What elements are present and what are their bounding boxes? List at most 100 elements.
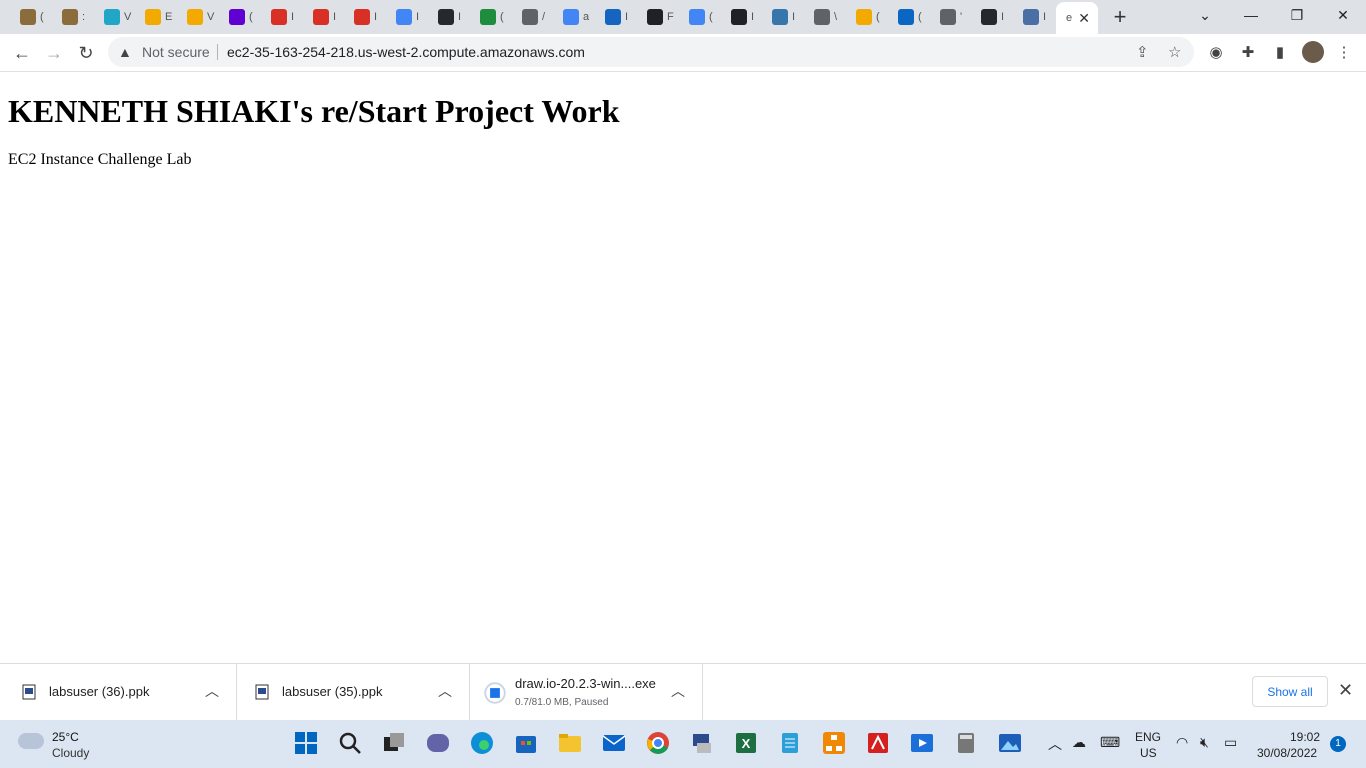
tab-23[interactable]: ': [930, 3, 970, 31]
acrobat-icon[interactable]: [866, 731, 890, 755]
tab-18[interactable]: I: [721, 3, 761, 31]
bot-favicon-icon: [62, 9, 78, 25]
keyboard-icon[interactable]: ⌨: [1100, 734, 1120, 751]
tab-title: (: [500, 11, 504, 23]
tab-3[interactable]: V: [94, 3, 134, 31]
cloud-icon[interactable]: [18, 733, 44, 749]
onedrive-cloud-icon[interactable]: ☁: [1072, 734, 1086, 751]
tab-10[interactable]: I: [386, 3, 426, 31]
minimize-button[interactable]: —: [1228, 0, 1274, 30]
v-favicon-icon: [104, 9, 120, 25]
close-window-button[interactable]: ✕: [1320, 0, 1366, 30]
media-player-icon[interactable]: [910, 731, 934, 755]
tab-24[interactable]: I: [971, 3, 1011, 31]
clock-date[interactable]: 30/08/2022: [1257, 746, 1317, 760]
putty-icon[interactable]: [690, 731, 714, 755]
file-explorer-icon[interactable]: [558, 731, 582, 755]
tab-14[interactable]: a: [553, 3, 593, 31]
puzzle-extensions-icon[interactable]: ✚: [1238, 42, 1258, 62]
tab-11[interactable]: I: [428, 3, 468, 31]
share-icon[interactable]: ⇪: [1136, 43, 1149, 61]
python-favicon-icon: [772, 9, 788, 25]
tab-19[interactable]: I: [762, 3, 802, 31]
tab-9[interactable]: I: [344, 3, 384, 31]
bot-favicon-icon: [20, 9, 36, 25]
badge-favicon-icon: [480, 9, 496, 25]
edge-icon[interactable]: [470, 731, 494, 755]
drawio-icon[interactable]: [822, 731, 846, 755]
chevron-up-icon[interactable]: ︿: [438, 681, 452, 701]
notification-badge[interactable]: 1: [1330, 736, 1346, 752]
tab-16[interactable]: F: [637, 3, 677, 31]
close-downloads-icon[interactable]: ✕: [1338, 680, 1353, 701]
store-icon[interactable]: [514, 731, 538, 755]
clock-time[interactable]: 19:02: [1290, 730, 1320, 744]
task-view-icon[interactable]: [382, 731, 406, 755]
menu-kebab-icon[interactable]: ⋮: [1334, 42, 1354, 62]
tab-6[interactable]: (: [219, 3, 259, 31]
tab-8[interactable]: I: [303, 3, 343, 31]
language-top[interactable]: ENG: [1135, 730, 1161, 744]
tab-25[interactable]: I: [1013, 3, 1053, 31]
mail-icon[interactable]: [602, 731, 626, 755]
download-item[interactable]: draw.io-20.2.3-win....exe 0.7/81.0 MB, P…: [470, 664, 703, 721]
photos-icon[interactable]: [998, 731, 1022, 755]
url-text[interactable]: ec2-35-163-254-218.us-west-2.compute.ama…: [227, 44, 585, 60]
tab-title: (: [709, 11, 713, 23]
address-bar[interactable]: ▲ Not secure ec2-35-163-254-218.us-west-…: [108, 37, 1194, 67]
tab-13[interactable]: /: [512, 3, 552, 31]
battery-icon[interactable]: ▭: [1224, 734, 1237, 751]
extension-grammarly-icon[interactable]: ◉: [1206, 42, 1226, 62]
tab-title: I: [333, 11, 337, 23]
tab-12[interactable]: (: [470, 3, 510, 31]
tab-2[interactable]: :: [52, 3, 92, 31]
tab-5[interactable]: V: [177, 3, 217, 31]
reload-button[interactable]: ↻: [72, 39, 100, 67]
restore-button[interactable]: ❐: [1274, 0, 1320, 30]
tab-4[interactable]: E: [135, 3, 175, 31]
new-tab-button[interactable]: +: [1108, 5, 1132, 29]
side-panel-icon[interactable]: ▮: [1270, 42, 1290, 62]
tab-17[interactable]: (: [679, 3, 719, 31]
tab-7[interactable]: I: [261, 3, 301, 31]
back-button[interactable]: ←: [8, 39, 36, 67]
gmail-favicon-icon: [313, 9, 329, 25]
tab-15[interactable]: I: [595, 3, 635, 31]
chevron-up-icon[interactable]: ︿: [671, 681, 685, 701]
tab-21[interactable]: (: [846, 3, 886, 31]
excel-icon[interactable]: X: [734, 731, 758, 755]
page-content: KENNETH SHIAKI's re/Start Project Work E…: [0, 72, 1366, 663]
chrome-icon[interactable]: [646, 731, 670, 755]
show-all-button[interactable]: Show all: [1252, 676, 1328, 707]
tab-search-icon[interactable]: ⌄: [1182, 0, 1228, 30]
windows-start-icon[interactable]: [294, 731, 318, 755]
tab-20[interactable]: \: [804, 3, 844, 31]
forward-button[interactable]: →: [40, 39, 68, 67]
notepad-icon[interactable]: [778, 731, 802, 755]
weather-condition[interactable]: Cloudy: [52, 746, 89, 760]
mute-speaker-icon[interactable]: 🔇︎: [1200, 734, 1209, 751]
chevron-up-tray-icon[interactable]: ︿: [1048, 734, 1062, 754]
tab-title: I: [1001, 11, 1005, 23]
search-icon[interactable]: [338, 731, 362, 755]
gmail-favicon-icon: [271, 9, 287, 25]
active-tab[interactable]: e ✕: [1056, 2, 1098, 34]
download-item[interactable]: labsuser (36).ppk ︿: [0, 664, 237, 721]
windows-taskbar: 25°C Cloudy X ︿ ☁ ⌨ ENG US ◠ 🔇︎ ▭ 19:02 …: [0, 720, 1366, 768]
download-item[interactable]: labsuser (35).ppk ︿: [237, 664, 470, 721]
download-filename: draw.io-20.2.3-win....exe: [515, 676, 656, 691]
teams-chat-icon[interactable]: [426, 731, 450, 755]
close-tab-icon[interactable]: ✕: [1078, 10, 1090, 27]
wifi-icon[interactable]: ◠: [1176, 734, 1188, 751]
bookmark-star-icon[interactable]: ☆: [1168, 43, 1181, 61]
tab-1[interactable]: (: [10, 3, 50, 31]
language-bottom[interactable]: US: [1140, 746, 1157, 760]
profile-avatar[interactable]: [1302, 41, 1324, 63]
tab-22[interactable]: (: [888, 3, 928, 31]
warning-icon[interactable]: ▲: [118, 44, 132, 60]
weather-temperature[interactable]: 25°C: [52, 730, 79, 744]
putty-file-icon: [22, 684, 36, 700]
calculator-icon[interactable]: [954, 731, 978, 755]
security-label[interactable]: Not secure: [142, 44, 210, 60]
chevron-up-icon[interactable]: ︿: [205, 681, 219, 701]
